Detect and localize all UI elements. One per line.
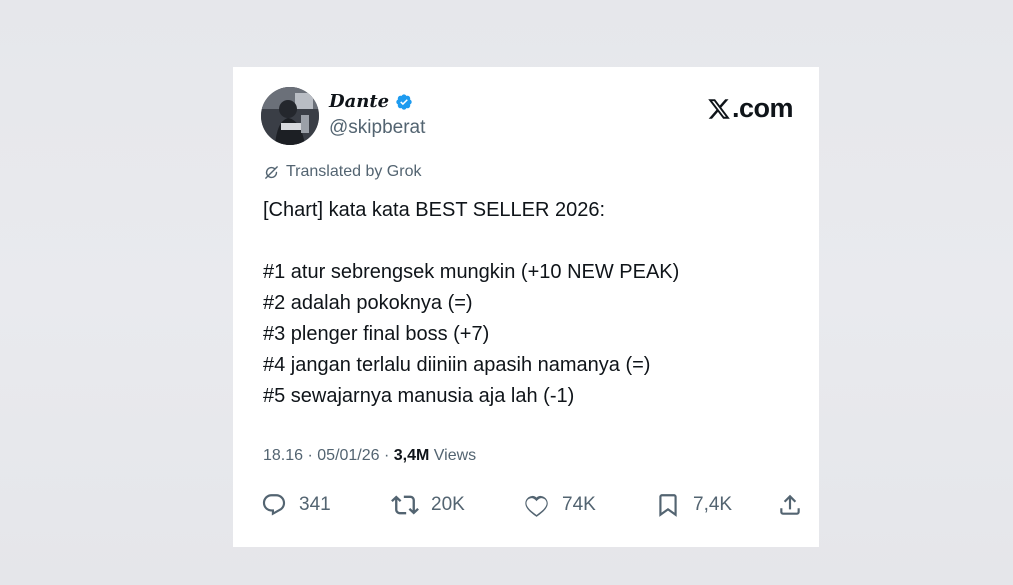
author-handle[interactable]: @skipberat xyxy=(329,117,425,139)
like-button[interactable]: 74K xyxy=(523,488,596,522)
like-count: 74K xyxy=(562,494,596,515)
share-button[interactable] xyxy=(777,488,803,522)
tweet-line-title: [Chart] kata kata BEST SELLER 2026: xyxy=(263,199,606,221)
tweet-meta: 18.16 · 05/01/26 · 3,4M Views xyxy=(263,447,476,465)
tweet-line-rank-1: #1 atur sebrengsek mungkin (+10 NEW PEAK… xyxy=(263,261,680,283)
tweet-time[interactable]: 18.16 xyxy=(263,447,303,464)
brand-logo: .com xyxy=(707,93,794,124)
avatar-image xyxy=(261,87,319,145)
repost-count: 20K xyxy=(431,494,465,515)
reply-icon xyxy=(262,494,286,516)
reply-count: 341 xyxy=(299,494,331,515)
repost-button[interactable]: 20K xyxy=(391,488,465,522)
share-icon xyxy=(780,494,800,515)
tweet-line-rank-4: #4 jangan terlalu diiniin apasih namanya… xyxy=(263,354,651,376)
translation-label: Translated by Grok xyxy=(286,163,422,180)
views-count[interactable]: 3,4M xyxy=(394,447,430,464)
meta-separator: · xyxy=(303,447,318,464)
brand-label: .com xyxy=(731,93,794,123)
bookmark-button[interactable]: 7,4K xyxy=(655,488,732,522)
heart-icon xyxy=(525,495,548,517)
translation-notice[interactable]: Translated by Grok xyxy=(263,163,421,181)
bookmark-icon xyxy=(659,494,677,517)
meta-separator: · xyxy=(379,447,394,464)
tweet-date[interactable]: 05/01/26 xyxy=(317,447,379,464)
translate-icon xyxy=(265,165,278,179)
tweet-text: [Chart] kata kata BEST SELLER 2026: #1 a… xyxy=(263,195,803,412)
action-bar: 341 20K 74K 7,4K xyxy=(261,488,807,522)
views-label: Views xyxy=(429,447,477,464)
verified-badge-icon xyxy=(396,93,412,110)
avatar[interactable] xyxy=(261,87,319,145)
tweet-line-rank-3: #3 plenger final boss (+7) xyxy=(263,323,490,345)
reply-button[interactable]: 341 xyxy=(261,488,331,522)
repost-icon xyxy=(391,495,419,515)
author-name-row[interactable]: Dante xyxy=(329,91,413,112)
tweet-card: Dante @skipberat .com Translated by Grok… xyxy=(233,67,819,547)
x-logo-icon xyxy=(708,98,730,119)
tweet-line-rank-5: #5 sewajarnya manusia aja lah (-1) xyxy=(263,385,575,407)
author-name[interactable]: Dante xyxy=(329,91,389,112)
bookmark-count: 7,4K xyxy=(693,494,733,515)
tweet-line-rank-2: #2 adalah pokoknya (=) xyxy=(263,292,473,314)
